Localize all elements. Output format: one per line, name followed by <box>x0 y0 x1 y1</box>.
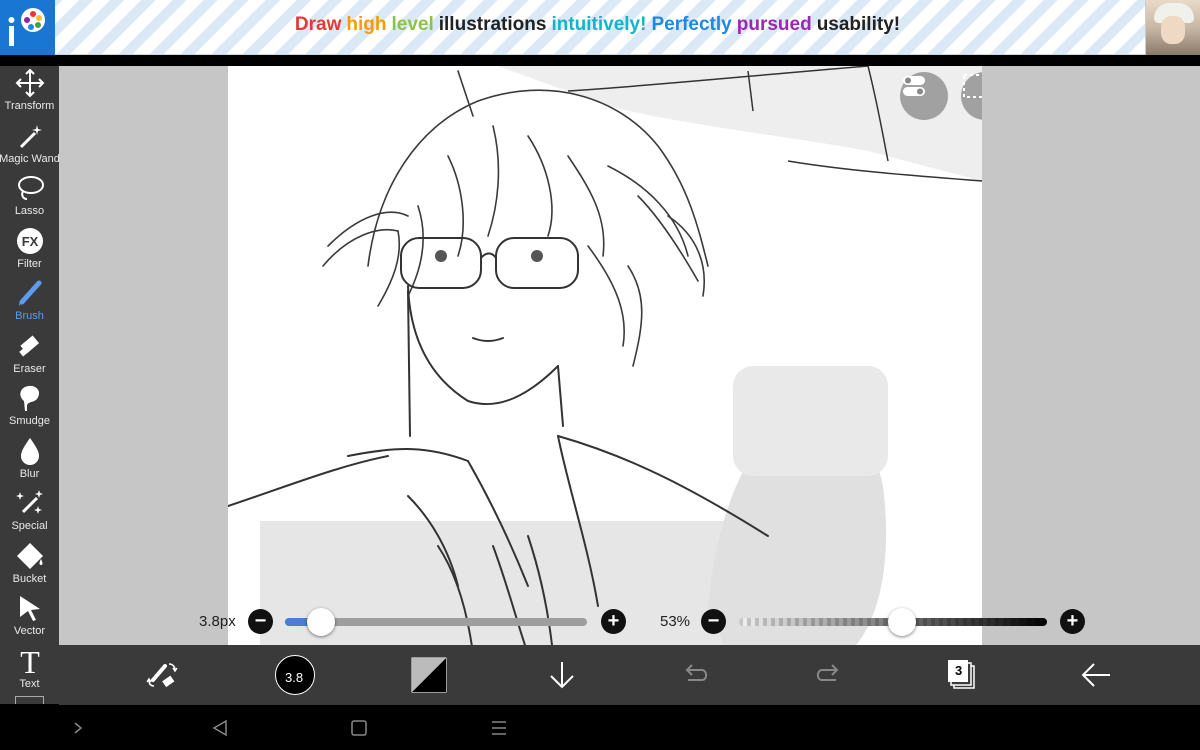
magic-wand-icon <box>15 121 45 151</box>
tool-label: Special <box>11 520 48 532</box>
svg-text:T: T <box>20 646 40 676</box>
arrow-down-icon <box>550 662 574 689</box>
workspace[interactable] <box>59 66 1200 654</box>
menu-lines-icon <box>492 721 506 735</box>
tool-filter[interactable]: FX Filter <box>0 224 59 276</box>
tool-label: Vector <box>13 625 46 637</box>
square-home-icon <box>351 720 367 736</box>
ibis-logo-icon <box>0 0 55 55</box>
tool-label: Eraser <box>13 362 46 375</box>
ad-headline-word: level <box>391 14 434 35</box>
tool-eraser[interactable]: Eraser <box>0 329 59 381</box>
tool-brush[interactable]: Brush <box>0 276 59 328</box>
tool-lasso[interactable]: Lasso <box>0 171 59 223</box>
tool-bar: Transform Magic Wand Lasso FX Filter Brush Era… <box>0 66 60 704</box>
bucket-icon <box>15 541 45 571</box>
download-button[interactable] <box>532 645 592 705</box>
back-button[interactable] <box>1066 645 1126 705</box>
opacity-minus-button[interactable]: − <box>701 609 726 634</box>
nav-menu-button[interactable] <box>486 715 512 741</box>
opacity-value: 53% <box>660 613 691 630</box>
vector-cursor-icon <box>15 593 45 623</box>
sketch-artwork <box>228 66 982 654</box>
tool-transform[interactable]: Transform <box>0 66 59 118</box>
nav-back-button[interactable] <box>207 715 233 741</box>
brush-size-indicator-button[interactable]: 3.8 <box>265 645 325 705</box>
brush-size-slider-knob[interactable] <box>307 608 336 636</box>
special-sparkle-icon <box>15 488 45 518</box>
layers-button[interactable]: 3 <box>932 645 992 705</box>
tool-label: Blur <box>19 467 40 480</box>
swap-tool-button[interactable] <box>132 645 192 705</box>
tool-label: Text <box>19 677 40 690</box>
lasso-icon <box>15 173 45 203</box>
tool-special[interactable]: Special <box>0 486 59 538</box>
smudge-icon <box>15 383 45 413</box>
system-nav-bar <box>0 705 1200 750</box>
undo-icon <box>685 664 708 681</box>
toggle-button[interactable] <box>900 72 948 120</box>
ad-headline-word: illustrations <box>438 14 547 35</box>
opacity-slider-knob[interactable] <box>888 608 917 636</box>
brush-indicator-label: 3.8 <box>285 670 304 685</box>
nav-expand-button[interactable] <box>65 715 91 741</box>
color-swatch-icon <box>411 657 447 693</box>
brush-icon <box>15 278 45 308</box>
tool-label: Filter <box>17 257 42 270</box>
tool-vector[interactable]: Vector <box>0 591 59 643</box>
tool-label: Bucket <box>12 572 47 585</box>
ad-headline-word: Perfectly <box>651 14 732 35</box>
color-button[interactable] <box>399 645 459 705</box>
chevron-right-icon <box>74 722 83 734</box>
triangle-back-icon <box>212 719 227 737</box>
opacity-plus-button[interactable]: + <box>1060 609 1085 634</box>
ad-headline-word: Draw <box>294 14 342 35</box>
redo-button[interactable] <box>799 645 859 705</box>
more-tools-hint[interactable] <box>15 696 44 704</box>
brush-size-plus-button[interactable]: + <box>601 609 626 634</box>
tool-label: Smudge <box>9 415 50 427</box>
eraser-icon <box>15 331 45 361</box>
brush-size-value: 3.8px <box>199 613 236 630</box>
nav-home-button[interactable] <box>346 715 372 741</box>
undo-button[interactable] <box>665 645 725 705</box>
tool-label: Transform <box>4 100 55 112</box>
swap-brush-eraser-icon <box>146 663 178 688</box>
layers-count: 3 <box>955 663 963 678</box>
ad-headline-word: ! <box>893 14 901 35</box>
drawing-canvas[interactable] <box>228 66 982 654</box>
redo-icon <box>816 664 839 681</box>
app-logo[interactable] <box>0 0 55 55</box>
blur-drop-icon <box>15 436 45 466</box>
bottom-bar: 3.8 3 <box>59 645 1200 705</box>
tool-bucket[interactable]: Bucket <box>0 539 59 591</box>
arrow-left-icon <box>1081 663 1110 687</box>
ad-headline[interactable]: Draw high level illustrations intuitively! Pe… <box>70 14 1130 36</box>
tool-smudge[interactable]: Smudge <box>0 381 59 433</box>
tool-label: Lasso <box>14 205 45 217</box>
tool-blur[interactable]: Blur <box>0 434 59 486</box>
text-icon: T <box>15 646 45 676</box>
ad-headline-word: usability <box>816 14 894 35</box>
ad-headline-word: pursued <box>736 14 812 35</box>
svg-text:FX: FX <box>21 234 38 249</box>
brush-size-minus-button[interactable]: − <box>248 609 273 634</box>
tool-label: Brush <box>15 310 44 322</box>
ad-headline-word: high <box>346 14 387 35</box>
fx-filter-icon: FX <box>15 226 45 256</box>
ad-banner[interactable]: Draw high level illustrations intuitively! Pe… <box>0 0 1200 55</box>
ad-avatar-image[interactable] <box>1145 0 1200 55</box>
brush-preview-icon: 3.8 <box>275 655 315 695</box>
tool-magic-wand[interactable]: Magic Wand <box>0 119 60 171</box>
tool-text[interactable]: T Text <box>0 644 59 696</box>
slider-bar: 3.8px − + 53% − + <box>59 604 1200 640</box>
transform-move-icon <box>15 68 45 98</box>
ad-headline-word: intuitively! <box>551 14 647 35</box>
tool-label: Magic Wand <box>0 152 60 165</box>
